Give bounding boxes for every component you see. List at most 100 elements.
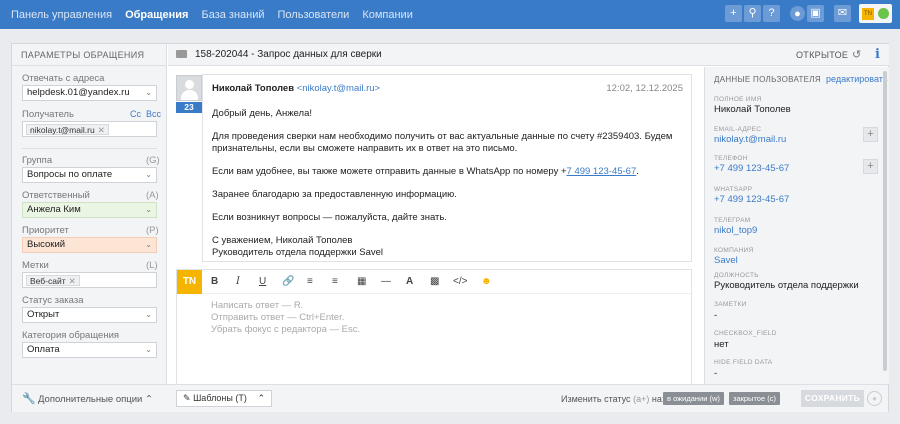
wrench-icon: 🔧: [22, 393, 36, 405]
order-status-select[interactable]: Открыт ⌄: [22, 307, 157, 323]
email-value[interactable]: nikolay.t@mail.ru: [714, 134, 786, 145]
priority-value: Высокий: [27, 239, 66, 250]
user-avatar: TN: [862, 7, 874, 20]
reply-editor[interactable]: TN B I U 🔗 ≡ ≡ ▦ — A ▩ </> ☻ Написать от…: [176, 269, 693, 388]
image-icon[interactable]: ▦: [357, 276, 366, 287]
phone-value[interactable]: +7 499 123-45-67: [714, 163, 789, 174]
italic-icon[interactable]: I: [236, 276, 240, 287]
message-card: Николай Тополев <nikolay.t@mail.ru> 12:0…: [202, 74, 692, 262]
agent-avatar: TN: [177, 270, 202, 294]
group-value: Вопросы по оплате: [27, 169, 113, 180]
chevron-down-icon: ⌄: [145, 88, 152, 97]
priority-label: Приоритет (P): [22, 225, 159, 236]
editor-toolbar: TN B I U 🔗 ≡ ≡ ▦ — A ▩ </> ☻: [177, 270, 693, 294]
chat-icon[interactable]: ●: [790, 6, 805, 21]
add-phone-button[interactable]: +: [863, 159, 878, 174]
field-label: EMAIL-АДРЕС: [714, 126, 762, 133]
field-label: КОМПАНИЯ: [714, 247, 754, 254]
field-label: ДОЛЖНОСТЬ: [714, 272, 759, 279]
top-icons: + ⚲ ? ● ▣ ✉ TN: [723, 4, 892, 23]
assignee-label: Ответственный (A): [22, 190, 159, 201]
category-value: Оплата: [27, 344, 60, 355]
chevron-down-icon: ⌄: [145, 170, 152, 179]
field-label: ТЕЛЕФОН: [714, 155, 748, 162]
company-value[interactable]: Savel: [714, 255, 738, 266]
notes-value: -: [714, 310, 718, 321]
ticket-header: 158-202044 - Запрос данных для сверки ОТ…: [168, 44, 889, 66]
font-color-icon[interactable]: A: [406, 276, 413, 287]
user-data-panel: ДАННЫЕ ПОЛЬЗОВАТЕЛЯ редактировать ПОЛНОЕ…: [704, 67, 889, 384]
whatsapp-value[interactable]: +7 499 123-45-67: [714, 194, 789, 205]
assignee-select[interactable]: Анжела Ким ⌄: [22, 202, 157, 218]
group-select[interactable]: Вопросы по оплате ⌄: [22, 167, 157, 183]
field-label: HIDE FIELD DATA: [714, 359, 773, 366]
nav-users[interactable]: Пользователи: [278, 9, 350, 21]
category-select[interactable]: Оплата ⌄: [22, 342, 157, 358]
message-paragraph: Заранее благодарю за предоставленную инф…: [212, 189, 457, 200]
help-icon[interactable]: ?: [763, 5, 780, 22]
bullet-list-icon[interactable]: ≡: [307, 276, 313, 287]
inbox-icon[interactable]: ▣: [807, 5, 824, 22]
priority-select[interactable]: Высокий ⌄: [22, 237, 157, 253]
message-greeting: Добрый день, Анжела!: [212, 108, 312, 119]
bottom-action-bar: 🔧 Дополнительные опции ⌃ ✎ Шаблоны (T) ⌃…: [12, 384, 888, 412]
code-icon[interactable]: </>: [453, 276, 467, 287]
status-closed-button[interactable]: закрытое (c): [729, 392, 780, 405]
additional-options-button[interactable]: Дополнительные опции ⌃: [38, 394, 153, 405]
link-icon[interactable]: 🔗: [282, 276, 294, 287]
top-navigation-bar: Панель управления Обращения База знаний …: [0, 0, 900, 29]
order-status-label: Статус заказа: [22, 295, 84, 306]
chevron-down-icon: ⌄: [145, 345, 152, 354]
group-label: Группа (G): [22, 155, 160, 166]
save-options-icon[interactable]: ●: [867, 391, 882, 406]
history-icon[interactable]: ↺: [852, 48, 861, 61]
sender-avatar: [176, 75, 202, 101]
recipient-input[interactable]: nikolay.t@mail.ru ✕: [22, 121, 157, 137]
tags-input[interactable]: Веб-сайт ✕: [22, 272, 157, 288]
hide-field-value: -: [714, 368, 718, 379]
main-nav: Панель управления Обращения База знаний …: [0, 9, 426, 21]
add-email-button[interactable]: +: [863, 127, 878, 142]
background-color-icon[interactable]: ▩: [430, 276, 439, 287]
save-button[interactable]: СОХРАНИТЬ: [801, 390, 864, 407]
nav-knowledge-base[interactable]: База знаний: [201, 9, 264, 21]
info-icon[interactable]: i: [875, 47, 880, 62]
cc-bcc-links: Cc Bcc: [130, 109, 161, 119]
remove-tag-icon[interactable]: ✕: [69, 276, 76, 286]
bold-icon[interactable]: B: [211, 276, 218, 287]
position-value: Руководитель отдела поддержки: [714, 280, 859, 291]
ticket-subject: 158-202044 - Запрос данных для сверки: [195, 49, 382, 60]
cc-link[interactable]: Cc: [130, 109, 141, 119]
templates-button[interactable]: ✎ Шаблоны (T) ⌃: [176, 390, 272, 407]
whatsapp-phone-link[interactable]: 7 499 123-45-67: [567, 166, 637, 177]
sender-email[interactable]: <nikolay.t@mail.ru>: [297, 83, 380, 94]
underline-icon[interactable]: U: [259, 276, 266, 287]
emoji-icon[interactable]: ☻: [481, 276, 492, 287]
message-sender: Николай Тополев <nikolay.t@mail.ru>: [212, 83, 380, 94]
panel-scrollbar[interactable]: [883, 71, 887, 371]
ticket-workspace: ПАРАМЕТРЫ ОБРАЩЕНИЯ Отвечать с адреса he…: [11, 43, 889, 412]
order-status-value: Открыт: [27, 309, 60, 320]
horizontal-rule-icon[interactable]: —: [381, 276, 391, 287]
ticket-status[interactable]: ОТКРЫТОЕ: [796, 50, 848, 60]
numbered-list-icon[interactable]: ≡: [332, 276, 338, 287]
nav-tickets[interactable]: Обращения: [125, 9, 188, 21]
nav-companies[interactable]: Компании: [362, 9, 413, 21]
field-label: ПОЛНОЕ ИМЯ: [714, 96, 762, 103]
status-waiting-button[interactable]: в ожидании (w): [663, 392, 724, 405]
plus-icon[interactable]: +: [725, 5, 742, 22]
category-label: Категория обращения: [22, 330, 120, 341]
bcc-link[interactable]: Bcc: [146, 109, 161, 119]
user-menu[interactable]: TN: [859, 4, 892, 23]
telegram-value[interactable]: nikol_top9: [714, 225, 757, 236]
mail-icon[interactable]: ✉: [834, 5, 851, 22]
message-paragraph: Если вам удобнее, вы также можете отправ…: [212, 166, 639, 177]
reply-from-select[interactable]: helpdesk.01@yandex.ru ⌄: [22, 85, 157, 101]
edit-user-link[interactable]: редактировать: [826, 74, 888, 84]
remove-token-icon[interactable]: ✕: [98, 125, 105, 135]
reply-from-value: helpdesk.01@yandex.ru: [27, 87, 130, 98]
field-label: ЗАМЕТКИ: [714, 301, 747, 308]
search-icon[interactable]: ⚲: [744, 5, 761, 22]
message-paragraph: Если возникнут вопросы — пожалуйста, дай…: [212, 212, 447, 223]
nav-dashboard[interactable]: Панель управления: [11, 9, 112, 21]
